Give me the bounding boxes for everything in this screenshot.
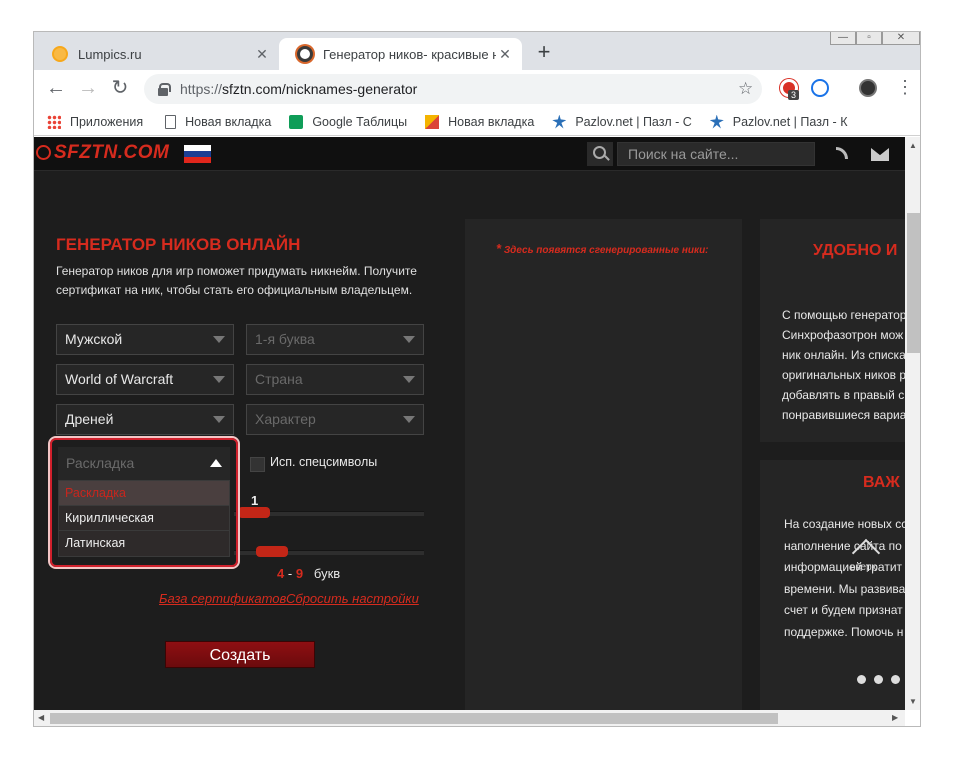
apps-grid-icon xyxy=(47,114,61,129)
puzzle-icon xyxy=(552,114,567,129)
bookmark-new-tab[interactable]: Новая вкладка xyxy=(165,114,271,129)
logo-ring-icon xyxy=(36,145,51,160)
generator-description: Генератор ников для игр поможет придумат… xyxy=(56,264,417,297)
address-bar[interactable]: https://sfztn.com/nicknames-generator ☆ xyxy=(144,74,762,104)
tab-close-icon[interactable]: ✕ xyxy=(253,46,271,63)
length-slider-handle[interactable] xyxy=(256,546,288,557)
chevron-down-icon xyxy=(213,416,225,423)
bookmark-pazlov-1[interactable]: Pazlov.net | Пазл - С xyxy=(552,114,692,129)
scroll-down-icon[interactable]: ▼ xyxy=(909,697,917,706)
sfztn-favicon-icon xyxy=(297,46,313,62)
tab-nick-generator[interactable]: Генератор ников- красивые ни ✕ xyxy=(279,38,522,70)
maximize-button[interactable]: ▫ xyxy=(856,32,882,45)
back-button[interactable]: ← xyxy=(46,78,66,98)
chevron-down-icon xyxy=(403,336,415,343)
forward-button[interactable]: → xyxy=(78,78,98,98)
game-select[interactable]: World of Warcraft xyxy=(56,364,234,395)
bookmark-google-sheets[interactable]: Google Таблицы xyxy=(289,114,407,129)
close-window-button[interactable]: ✕ xyxy=(882,32,920,45)
web-page: SFZTN.COM Поиск на сайте... ГЕНЕРАТОР НИ… xyxy=(34,137,905,710)
tab-strip: Lumpics.ru ✕ Генератор ников- красивые н… xyxy=(34,32,920,70)
first-letter-select[interactable]: 1-я буква xyxy=(246,324,424,355)
count-slider-handle[interactable] xyxy=(238,507,270,518)
generator-title: ГЕНЕРАТОР НИКОВ ОНЛАЙН xyxy=(56,235,301,254)
site-header: SFZTN.COM Поиск на сайте... xyxy=(34,137,905,171)
chevron-down-icon xyxy=(213,336,225,343)
results-note: * Здесь появятся сгенерированные ники: xyxy=(496,241,709,256)
tab-lumpics[interactable]: Lumpics.ru ✕ xyxy=(34,38,279,70)
layout-option-latin[interactable]: Латинская xyxy=(59,531,229,556)
minimize-button[interactable]: — xyxy=(830,32,856,45)
extension-badge: 3 xyxy=(788,90,800,100)
reset-settings-link[interactable]: Сбросить настройки xyxy=(286,591,419,606)
tab-close-icon[interactable]: ✕ xyxy=(496,46,514,63)
layout-options: Раскладка Кириллическая Латинская xyxy=(58,480,230,557)
country-select[interactable]: Страна xyxy=(246,364,424,395)
browser-menu-icon[interactable]: ⋮ xyxy=(896,77,914,97)
layout-option-placeholder[interactable]: Раскладка xyxy=(59,481,229,506)
url-text: https://sfztn.com/nicknames-generator xyxy=(180,81,418,97)
race-select[interactable]: Дреней xyxy=(56,404,234,435)
puzzle-icon xyxy=(709,114,724,129)
special-chars-label: Исп. спецсимволы xyxy=(270,455,378,469)
search-icon[interactable] xyxy=(587,142,613,166)
browser-window: Lumpics.ru ✕ Генератор ников- красивые н… xyxy=(33,31,921,727)
info-text-2: На создание новых сс наполнение сайта по и… xyxy=(784,517,905,639)
russian-flag-icon[interactable] xyxy=(184,145,211,163)
lock-icon xyxy=(158,83,171,96)
info-text-1: С помощью генератор Синхрофазотрон мож ник… xyxy=(782,308,905,422)
page-icon xyxy=(165,114,177,129)
vpn-extension-icon[interactable] xyxy=(811,79,829,97)
create-button[interactable]: Создать xyxy=(165,641,315,668)
scroll-up-icon[interactable]: ▲ xyxy=(909,141,917,150)
carousel-dot[interactable] xyxy=(891,675,900,684)
chevron-up-icon xyxy=(210,459,222,467)
bookmarks-bar: Приложения Новая вкладка Google Таблицы … xyxy=(34,108,920,136)
layout-dropdown-highlight: Раскладка Раскладка Кириллическая Латинс… xyxy=(50,438,238,567)
layout-select[interactable]: Раскладка xyxy=(58,447,230,480)
certificates-link[interactable]: База сертификатов xyxy=(159,591,286,606)
carousel-dot[interactable] xyxy=(874,675,883,684)
sheets-icon xyxy=(289,114,304,129)
bookmark-star-icon[interactable]: ☆ xyxy=(738,79,762,99)
bookmark-pazlov-2[interactable]: Pazlov.net | Пазл - К xyxy=(709,114,847,129)
chevron-down-icon xyxy=(403,416,415,423)
browser-toolbar: ← → ↻ https://sfztn.com/nicknames-genera… xyxy=(34,70,920,108)
bookmark-apps[interactable]: Приложения xyxy=(47,114,143,129)
horizontal-scrollbar[interactable]: ◀ ▶ xyxy=(34,710,905,726)
new-tab-button[interactable]: + xyxy=(534,41,554,63)
site-logo[interactable]: SFZTN.COM xyxy=(36,142,169,164)
chevron-down-icon xyxy=(403,376,415,383)
layout-option-cyrillic[interactable]: Кириллическая xyxy=(59,506,229,531)
carousel-dot[interactable] xyxy=(857,675,866,684)
info-title-1: УДОБНО И xyxy=(813,242,898,259)
vertical-scroll-thumb[interactable] xyxy=(907,213,920,353)
special-chars-checkbox[interactable] xyxy=(250,457,265,472)
info-title-2: ВАЖ xyxy=(863,474,900,491)
rss-icon[interactable] xyxy=(836,147,848,159)
length-range: 4 - 9 букв xyxy=(277,566,341,581)
mail-icon[interactable] xyxy=(871,148,889,161)
scroll-right-icon[interactable]: ▶ xyxy=(892,713,898,722)
lumpics-favicon-icon xyxy=(52,46,68,62)
bookmark-new-tab-2[interactable]: Новая вкладка xyxy=(425,114,534,129)
image-icon xyxy=(425,114,440,129)
scroll-left-icon[interactable]: ◀ xyxy=(38,713,44,722)
reload-button[interactable]: ↻ xyxy=(110,78,130,98)
count-value: 1 xyxy=(251,493,259,508)
tab-title: Генератор ников- красивые ни xyxy=(323,46,496,62)
character-select[interactable]: Характер xyxy=(246,404,424,435)
site-search-input[interactable]: Поиск на сайте... xyxy=(617,142,815,166)
results-panel xyxy=(465,219,742,710)
horizontal-scroll-thumb[interactable] xyxy=(50,713,778,724)
chevron-down-icon xyxy=(213,376,225,383)
gender-select[interactable]: Мужской xyxy=(56,324,234,355)
scroll-up-label[interactable]: вверх xyxy=(850,562,877,573)
profile-avatar[interactable] xyxy=(859,79,877,97)
vertical-scrollbar[interactable]: ▲ ▼ xyxy=(905,137,920,710)
tab-title: Lumpics.ru xyxy=(78,46,142,62)
